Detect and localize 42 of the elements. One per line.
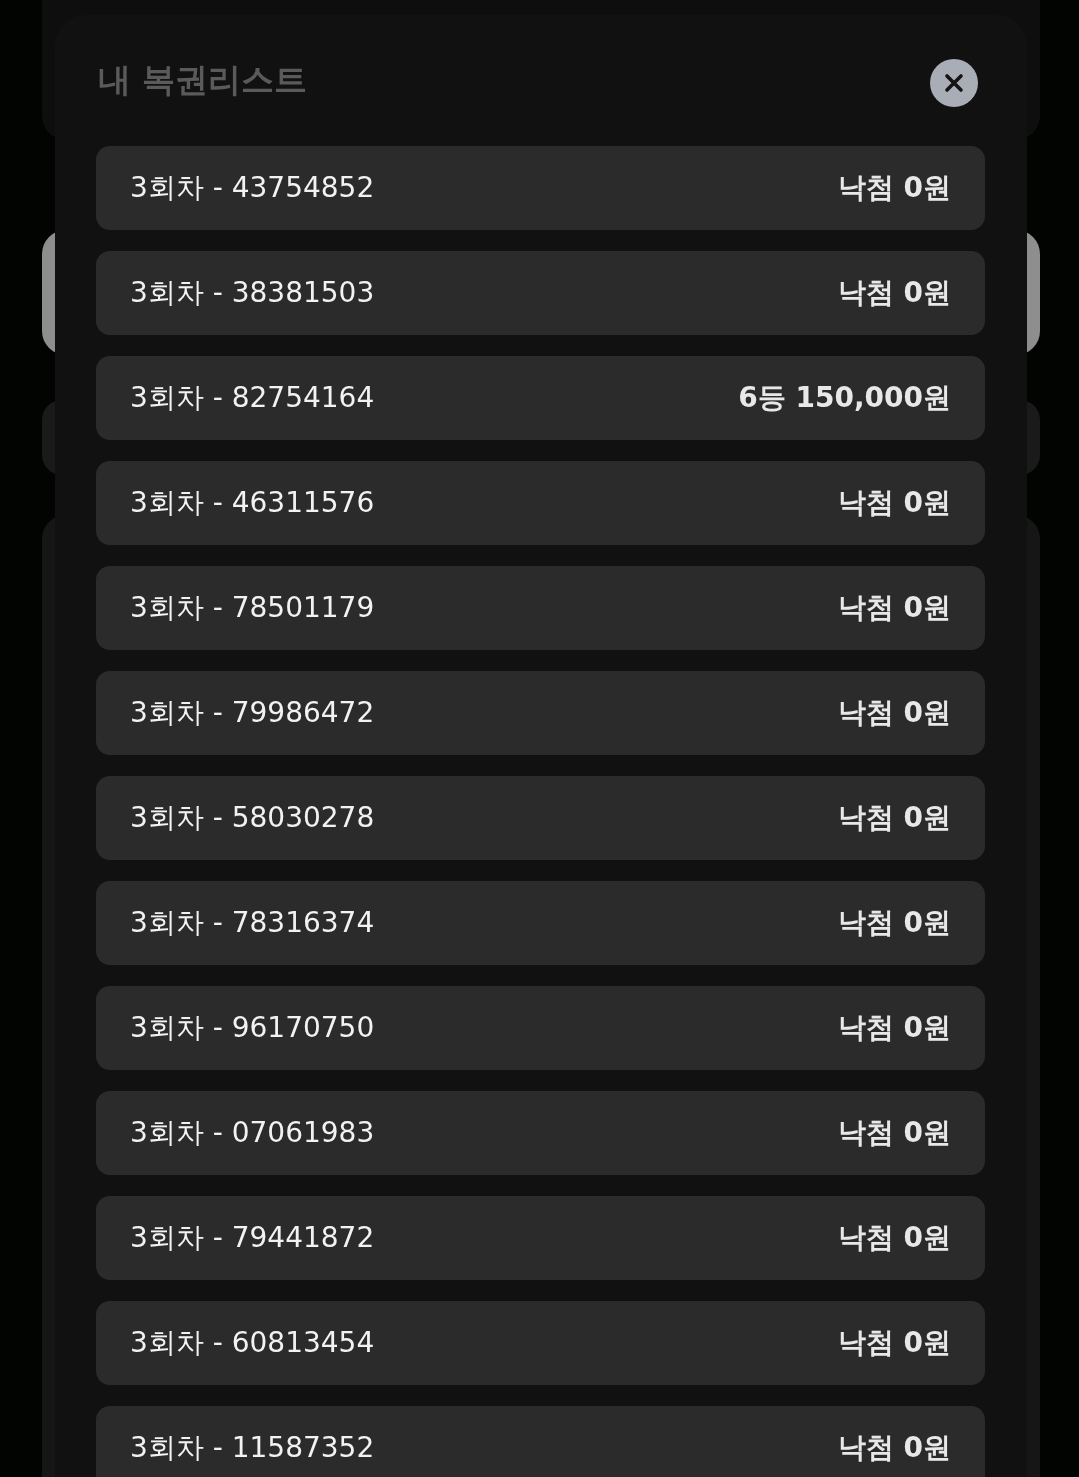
ticket-number: 3회차 - 46311576 bbox=[130, 485, 375, 521]
close-icon bbox=[944, 72, 964, 93]
ticket-result: 낙첨 0원 bbox=[837, 905, 951, 941]
ticket-row[interactable]: 3회차 - 82754164 6등 150,000원 bbox=[96, 356, 985, 440]
ticket-row[interactable]: 3회차 - 79441872 낙첨 0원 bbox=[96, 1196, 985, 1280]
ticket-result: 낙첨 0원 bbox=[837, 1220, 951, 1256]
ticket-number: 3회차 - 58030278 bbox=[130, 800, 375, 836]
ticket-result: 낙첨 0원 bbox=[837, 1325, 951, 1361]
ticket-row[interactable]: 3회차 - 11587352 낙첨 0원 bbox=[96, 1406, 985, 1477]
ticket-row[interactable]: 3회차 - 96170750 낙첨 0원 bbox=[96, 986, 985, 1070]
ticket-row[interactable]: 3회차 - 78316374 낙첨 0원 bbox=[96, 881, 985, 965]
ticket-number: 3회차 - 60813454 bbox=[130, 1325, 375, 1361]
ticket-row[interactable]: 3회차 - 78501179 낙첨 0원 bbox=[96, 566, 985, 650]
ticket-row[interactable]: 3회차 - 58030278 낙첨 0원 bbox=[96, 776, 985, 860]
ticket-row[interactable]: 3회차 - 46311576 낙첨 0원 bbox=[96, 461, 985, 545]
ticket-result: 낙첨 0원 bbox=[837, 590, 951, 626]
ticket-number: 3회차 - 96170750 bbox=[130, 1010, 375, 1046]
ticket-number: 3회차 - 79441872 bbox=[130, 1220, 375, 1256]
ticket-number: 3회차 - 79986472 bbox=[130, 695, 375, 731]
ticket-row[interactable]: 3회차 - 43754852 낙첨 0원 bbox=[96, 146, 985, 230]
ticket-result: 낙첨 0원 bbox=[837, 800, 951, 836]
ticket-row[interactable]: 3회차 - 79986472 낙첨 0원 bbox=[96, 671, 985, 755]
ticket-number: 3회차 - 11587352 bbox=[130, 1430, 375, 1466]
ticket-number: 3회차 - 78501179 bbox=[130, 590, 375, 626]
ticket-result: 6등 150,000원 bbox=[738, 380, 951, 416]
ticket-number: 3회차 - 43754852 bbox=[130, 170, 375, 206]
ticket-number: 3회차 - 82754164 bbox=[130, 380, 375, 416]
ticket-row[interactable]: 3회차 - 60813454 낙첨 0원 bbox=[96, 1301, 985, 1385]
ticket-result: 낙첨 0원 bbox=[837, 170, 951, 206]
ticket-row[interactable]: 3회차 - 38381503 낙첨 0원 bbox=[96, 251, 985, 335]
ticket-result: 낙첨 0원 bbox=[837, 275, 951, 311]
ticket-number: 3회차 - 78316374 bbox=[130, 905, 375, 941]
ticket-number: 3회차 - 38381503 bbox=[130, 275, 375, 311]
ticket-result: 낙첨 0원 bbox=[837, 1430, 951, 1466]
ticket-result: 낙첨 0원 bbox=[837, 695, 951, 731]
ticket-number: 3회차 - 07061983 bbox=[130, 1115, 375, 1151]
ticket-result: 낙첨 0원 bbox=[837, 1115, 951, 1151]
ticket-row[interactable]: 3회차 - 07061983 낙첨 0원 bbox=[96, 1091, 985, 1175]
close-button[interactable] bbox=[930, 58, 978, 107]
modal-title: 내 복권리스트 bbox=[98, 59, 308, 101]
ticket-result: 낙첨 0원 bbox=[837, 1010, 951, 1046]
ticket-result: 낙첨 0원 bbox=[837, 485, 951, 521]
